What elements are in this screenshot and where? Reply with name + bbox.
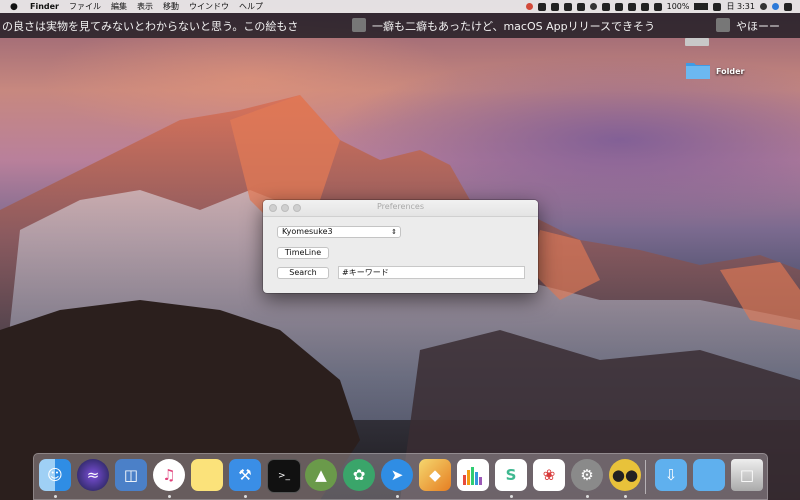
time-machine-icon[interactable] [589,3,597,10]
bluetooth-icon[interactable] [614,2,623,11]
preferences-window: Preferences Kyomesuke3 ⇕ TimeLine Search… [263,200,538,293]
dock-slack-icon[interactable]: S [495,459,527,491]
dock-downloads-folder-icon[interactable]: ⇩ [655,459,687,491]
dock-safari-icon[interactable]: ➤ [381,459,413,491]
dock-finder-icon[interactable]: ☺ [39,459,71,491]
folder-label[interactable]: Folder [716,67,744,76]
menu-view[interactable]: 表示 [137,1,153,12]
menu-bar: ● Finder ファイル 編集 表示 移動 ウインドウ ヘルプ 100% 日 … [0,0,800,13]
drive-icon[interactable] [537,2,546,11]
record-icon[interactable] [525,3,533,10]
running-indicator [54,495,57,498]
dock-tweetbot-icon[interactable]: ●● [609,459,641,491]
menu-window[interactable]: ウインドウ [189,1,229,12]
dock-siri-icon[interactable]: ≈ [77,459,109,491]
dock-itunes-icon[interactable]: ♫ [153,459,185,491]
window-title: Preferences [376,202,425,211]
menu-file[interactable]: ファイル [69,1,101,12]
wifi-icon[interactable] [627,2,636,11]
timeline-ticker: の良さは実物を見てみないとわからないと思う。この絵もさ 一癖も二癖もあったけど、… [0,13,800,38]
menu-app-name[interactable]: Finder [30,2,59,11]
siri-icon[interactable] [772,3,779,10]
running-indicator [624,495,627,498]
drive-icon[interactable] [685,38,709,46]
dock-documents-folder-icon[interactable] [693,459,725,491]
search-input[interactable]: #キーワード [338,266,525,279]
status-app-icon[interactable] [563,2,572,11]
dock-system-preferences-icon[interactable]: ⚙ [571,459,603,491]
dock-trash-icon[interactable]: □ [731,459,763,491]
input-source-icon[interactable] [713,2,722,11]
dock-atom-icon[interactable]: ✿ [343,459,375,491]
volume-icon[interactable] [653,2,662,11]
menu-edit[interactable]: 編集 [111,1,127,12]
dock-android-studio-icon[interactable]: ▲ [305,459,337,491]
spotlight-search-icon[interactable] [760,3,767,10]
battery-icon[interactable] [694,3,709,10]
folder-icon[interactable] [685,60,711,80]
status-app-icon[interactable] [550,2,559,11]
chevron-updown-icon: ⇕ [391,228,397,236]
ticker-tweet-text[interactable]: 一癖も二癖もあったけど、macOS Appリリースできそう [372,18,655,34]
avatar [352,18,366,32]
window-titlebar[interactable]: Preferences [263,200,538,217]
ticker-tweet-text[interactable]: やほーー [736,18,780,34]
account-select[interactable]: Kyomesuke3 ⇕ [277,226,401,238]
running-indicator [586,495,589,498]
clock[interactable]: 日 3:31 [726,1,755,12]
dock: ☺ ≈ ◫ ♫ ⚒ >_ ▲ ✿ ➤ ◆ S ❀ ⚙ ●● ⇩ □ [33,453,768,500]
dock-xcode-icon[interactable]: ⚒ [229,459,261,491]
bar-chart-icon [463,467,482,485]
status-area: 100% 日 3:31 [525,0,792,13]
battery-percent[interactable]: 100% [667,2,690,11]
dock-preview-icon[interactable]: ◫ [115,459,147,491]
running-indicator [244,495,247,498]
timeline-button[interactable]: TimeLine [277,247,329,259]
ticker-tweet-text[interactable]: の良さは実物を見てみないとわからないと思う。この絵もさ [2,18,298,34]
avatar [716,18,730,32]
status-app-icon[interactable] [576,2,585,11]
apple-menu-icon[interactable]: ● [10,2,20,12]
menu-go[interactable]: 移動 [163,1,179,12]
dock-notes-icon[interactable] [191,459,223,491]
running-indicator [396,495,399,498]
dock-scapple-icon[interactable]: ❀ [533,459,565,491]
airplay-icon[interactable] [640,2,649,11]
running-indicator [510,495,513,498]
notification-center-icon[interactable] [784,2,792,11]
dock-charts-icon[interactable] [457,459,489,491]
dock-separator [645,460,646,494]
search-button[interactable]: Search [277,267,329,279]
dock-sketch-icon[interactable]: ◆ [419,459,451,491]
account-select-value: Kyomesuke3 [282,227,333,236]
status-app-icon[interactable] [601,2,610,11]
menu-help[interactable]: ヘルプ [239,1,263,12]
running-indicator [168,495,171,498]
dock-terminal-icon[interactable]: >_ [267,459,301,493]
